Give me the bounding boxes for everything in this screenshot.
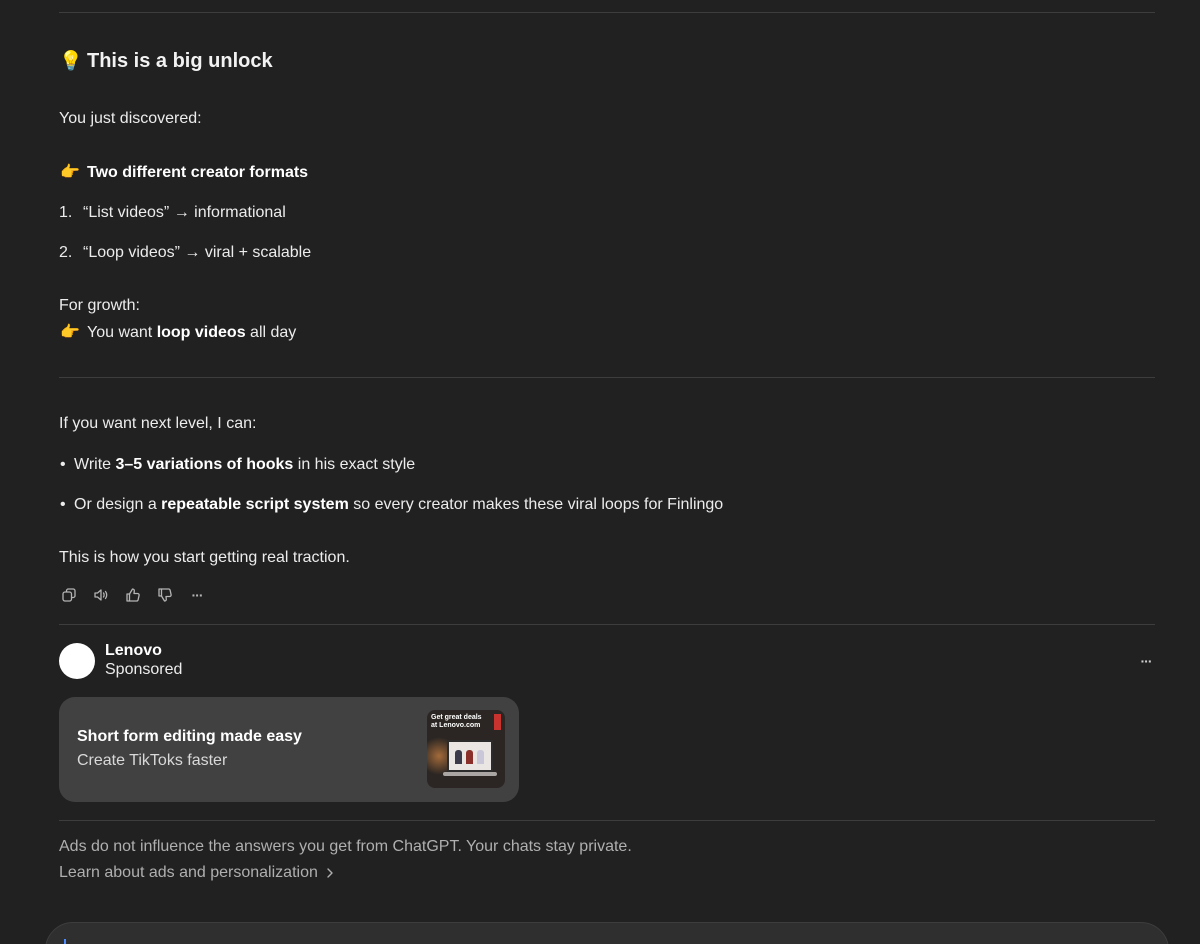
advertiser-avatar[interactable] <box>59 643 95 679</box>
next-level-text: If you want next level, I can: <box>59 415 257 432</box>
bullet-bold: repeatable script system <box>161 496 349 513</box>
bullet-item: • Write 3–5 variations of hooks in his ex… <box>59 453 415 477</box>
growth-bold: loop videos <box>156 324 246 341</box>
bullet-pre: Or design a <box>74 496 162 513</box>
message-composer[interactable] <box>45 922 1169 944</box>
learn-about-ads-link[interactable]: Learn about ads and personalization <box>59 864 334 882</box>
chevron-right-icon <box>327 868 333 878</box>
ad-card[interactable]: Short form editing made easy Create TikT… <box>59 697 519 802</box>
thumbs-up-icon[interactable] <box>123 585 143 605</box>
thumb-text: Get great deals at Lenovo.com <box>431 714 482 729</box>
list-number: 1. <box>59 204 73 221</box>
closing-text: This is how you start getting real tract… <box>59 549 350 566</box>
message-heading: 💡 This is a big unlock <box>59 49 273 73</box>
ad-options-icon[interactable]: ··· <box>1136 651 1156 671</box>
intro-text: You just discovered: <box>59 110 202 127</box>
text-caret <box>64 939 66 944</box>
growth-pre: You want <box>87 324 157 341</box>
thumb-figure <box>477 750 484 764</box>
pointing-hand-icon: 👉 <box>60 164 80 181</box>
heading-text: This is a big unlock <box>87 49 273 72</box>
ad-subtitle: Create TikToks faster <box>77 752 228 769</box>
bullet-dot: • <box>60 496 66 513</box>
formats-title-text: Two different creator formats <box>87 164 309 181</box>
advertiser-name[interactable]: Lenovo <box>105 642 162 660</box>
list-item: 2. “Loop videos” → viral + scalable <box>59 241 311 265</box>
bullet-dot: • <box>60 456 66 473</box>
ad-thumbnail: Get great deals at Lenovo.com <box>427 710 505 788</box>
list-item-text: “List videos” → informational <box>83 204 286 221</box>
bullet-pre: Write <box>74 456 116 473</box>
bullet-item: • Or design a repeatable script system so… <box>59 493 723 517</box>
bullet-bold: 3–5 variations of hooks <box>115 456 294 473</box>
growth-line: 👉 You want loop videos all day <box>59 321 296 345</box>
thumbs-down-icon[interactable] <box>155 585 175 605</box>
more-icon[interactable]: ··· <box>187 585 207 605</box>
copy-icon[interactable] <box>59 585 79 605</box>
growth-post: all day <box>245 324 297 341</box>
learn-link-text: Learn about ads and personalization <box>59 864 318 881</box>
bullet-post: in his exact style <box>293 456 416 473</box>
thumb-laptop-base <box>443 772 497 776</box>
section-divider <box>59 377 1155 378</box>
list-item: 1. “List videos” → informational <box>59 201 286 225</box>
read-aloud-icon[interactable] <box>91 585 111 605</box>
thumb-figure <box>466 750 473 764</box>
ad-more-glyph: ··· <box>1140 653 1153 669</box>
list-number: 2. <box>59 244 73 261</box>
lightbulb-emoji-icon: 💡 <box>59 51 83 72</box>
pointing-hand-icon: 👉 <box>60 324 80 341</box>
bullet-post: so every creator makes these viral loops… <box>348 496 724 513</box>
list-item-text: “Loop videos” → viral + scalable <box>83 244 312 261</box>
message-actions: ··· <box>59 585 207 605</box>
more-glyph: ··· <box>191 587 204 603</box>
ads-disclaimer: Ads do not influence the answers you get… <box>59 838 632 855</box>
growth-label: For growth: <box>59 297 140 314</box>
sponsored-label: Sponsored <box>105 661 183 678</box>
thumb-figure <box>455 750 462 764</box>
ad-title: Short form editing made easy <box>77 728 302 745</box>
formats-title: 👉 Two different creator formats <box>59 161 308 185</box>
thumb-lenovo-tag <box>494 714 501 730</box>
disclaimer-divider <box>59 820 1155 821</box>
top-divider <box>59 12 1155 13</box>
ad-divider <box>59 624 1155 625</box>
